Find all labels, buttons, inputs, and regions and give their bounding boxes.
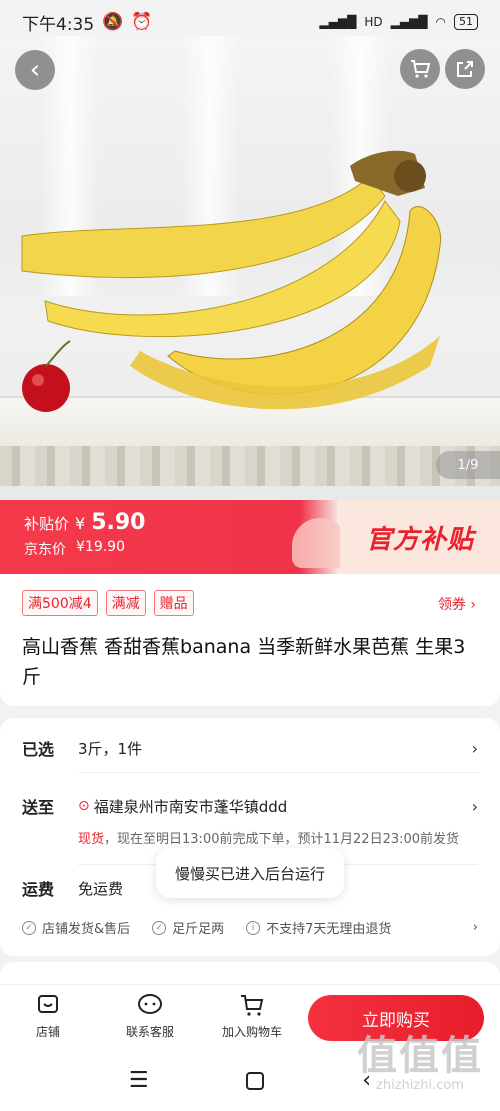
delivery-address: 福建泉州市南安市蓬华镇ddd — [93, 797, 288, 816]
jd-price: ¥19.90 — [76, 539, 125, 555]
guarantee-item: 不支持7天无理由退货 — [266, 922, 392, 937]
wifi-icon: ◠ — [435, 15, 446, 29]
location-pin-icon: ⊙ — [78, 798, 90, 814]
chevron-right-icon: › — [471, 738, 478, 758]
jd-price-label: 京东价 — [24, 542, 66, 558]
promo-tag[interactable]: 赠品 — [153, 590, 194, 616]
promo-tags: 满500减4 满减 赠品 — [22, 590, 194, 616]
stock-status: 现货 — [78, 832, 105, 847]
delivery-estimate: 现货，现在至明日13:00前完成下单，预计11月22日23:00前发货 — [78, 828, 459, 847]
signal-icon: ▂▄▆█ — [319, 15, 357, 29]
promo-tag[interactable]: 满500减4 — [22, 590, 98, 616]
guarantee-row[interactable]: ✓ 店铺发货&售后 ✓ 足斤足两 i 不支持7天无理由退货 › — [22, 918, 478, 937]
guarantee-item: 店铺发货&售后 — [42, 922, 131, 937]
customer-service-button[interactable]: 联系客服 — [126, 993, 174, 1040]
selected-spec-row[interactable]: 已选 3斤，1件 › — [22, 736, 478, 760]
subsidy-price-label: 补贴价 — [24, 515, 70, 533]
chevron-right-icon: › — [472, 920, 478, 935]
currency-symbol: ¥ — [75, 514, 86, 533]
add-to-cart-button[interactable]: 加入购物车 — [222, 993, 282, 1040]
shipping-label: 运费 — [22, 880, 55, 899]
shipping-value: 免运费 — [78, 879, 124, 898]
price-banner: 补贴价 ¥ 5.90 京东价 ¥19.90 官方补贴 — [0, 500, 500, 574]
delivery-row[interactable]: 送至 ⊙ 福建泉州市南安市蓬华镇ddd › — [22, 794, 478, 818]
add-to-cart-label: 加入购物车 — [222, 1025, 283, 1039]
selected-value: 3斤，1件 — [78, 739, 143, 758]
shop-button[interactable]: 店铺 — [36, 993, 60, 1040]
banana-image — [21, 150, 442, 412]
background-toast: 慢慢买已进入后台运行 — [156, 848, 344, 898]
home-icon[interactable] — [246, 1071, 265, 1090]
watermark-logo: 值值值 zhizhizhi.com — [350, 1034, 490, 1104]
menu-icon[interactable]: ☰ — [129, 1068, 149, 1093]
alarm-icon: ⏰ — [131, 12, 153, 32]
get-coupon-link[interactable]: 领券 › — [438, 594, 476, 614]
product-image-gallery[interactable]: ‹ 1/9 — [0, 36, 500, 501]
promo-tag[interactable]: 满减 — [105, 590, 146, 616]
cart-icon — [411, 60, 431, 78]
mute-icon: 🔕 — [102, 12, 124, 32]
cart-icon — [241, 995, 264, 1016]
spec-card: 已选 3斤，1件 › 送至 ⊙ 福建泉州市南安市蓬华镇ddd › 现货，现在至明… — [0, 718, 500, 956]
delivery-label: 送至 — [22, 798, 55, 817]
info-circle-icon: i — [246, 920, 261, 935]
chevron-right-icon: › — [471, 796, 478, 816]
chat-icon — [138, 994, 162, 1014]
clock: 下午4:35 — [22, 14, 95, 35]
shop-label: 店铺 — [36, 1025, 61, 1039]
back-button[interactable]: ‹ — [15, 50, 55, 90]
shop-icon — [38, 995, 58, 1013]
watermark-text: 值值值 — [357, 1033, 483, 1079]
product-title: 高山香蕉 香甜香蕉banana 当季新鲜水果芭蕉 生果3斤 — [22, 636, 466, 688]
guarantee-item: 足斤足两 — [172, 922, 225, 937]
product-info-card: 满500减4 满减 赠品 领券 › 高山香蕉 香甜香蕉banana 当季新鲜水果… — [0, 574, 500, 706]
delivery-note: ，现在至明日13:00前完成下单，预计11月22日23:00前发货 — [104, 832, 460, 847]
official-subsidy-badge: 官方补贴 — [340, 500, 500, 574]
share-icon — [457, 61, 473, 77]
subsidy-price: 5.90 — [91, 510, 146, 535]
battery-icon: 51 — [454, 14, 478, 30]
chevron-left-icon: ‹ — [29, 55, 41, 85]
check-circle-icon: ✓ — [152, 920, 167, 935]
check-circle-icon: ✓ — [22, 920, 36, 935]
signal-icon-2: ▂▄▆█ — [390, 15, 428, 29]
official-subsidy-text: 官方补贴 — [365, 524, 474, 555]
cart-button[interactable] — [400, 49, 440, 89]
selected-label: 已选 — [22, 740, 55, 759]
network-label: HD — [364, 15, 383, 29]
watermark-url: zhizhizhi.com — [376, 1078, 464, 1093]
customer-service-label: 联系客服 — [126, 1025, 175, 1039]
share-button[interactable] — [445, 49, 485, 89]
image-counter: 1/9 — [436, 451, 500, 479]
